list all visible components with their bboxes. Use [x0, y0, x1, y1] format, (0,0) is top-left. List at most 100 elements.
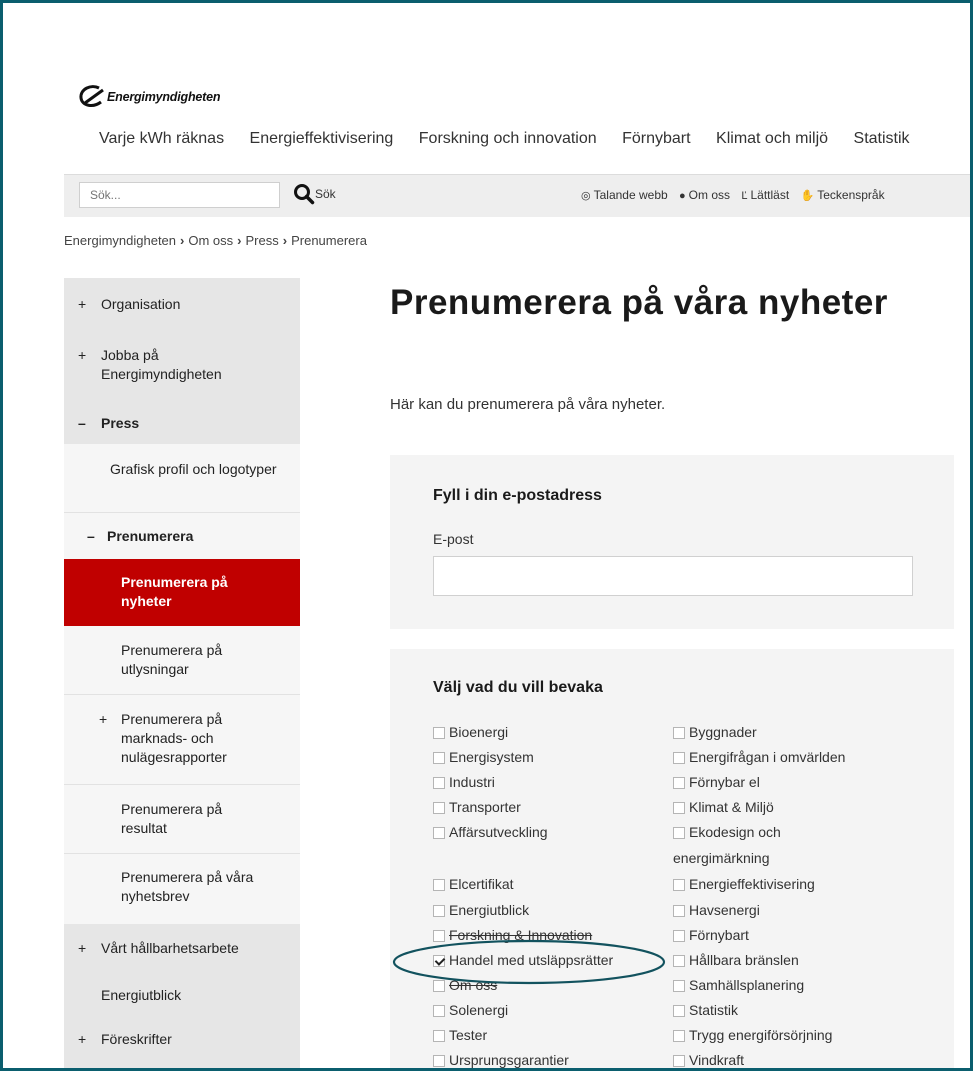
topic-fornybar-el[interactable]: Förnybar el — [673, 774, 760, 790]
nav-item[interactable]: Förnybart — [622, 130, 690, 147]
nav-item[interactable]: Energieffektivisering — [250, 130, 394, 147]
checkbox[interactable] — [433, 905, 445, 917]
topic-klimat-miljo[interactable]: Klimat & Miljö — [673, 799, 774, 815]
topic-byggnader[interactable]: Byggnader — [673, 724, 757, 740]
sidebar-item-press[interactable]: – Press — [64, 404, 300, 444]
breadcrumb-item[interactable]: Press — [246, 233, 279, 248]
checkbox[interactable] — [673, 802, 685, 814]
expand-icon: + — [99, 711, 108, 727]
checkbox[interactable] — [673, 879, 685, 891]
collapse-icon: – — [87, 528, 95, 544]
sidebar-item-label: Organisation — [101, 296, 181, 312]
checkbox[interactable] — [433, 827, 445, 839]
sidebar-item-prenumerera[interactable]: – Prenumerera — [64, 513, 300, 559]
topic-transporter[interactable]: Transporter — [433, 799, 521, 815]
accessibility-toolbar: ◎ Talande webb ● Om oss Ľ Lättläst ✋ Teckens… — [581, 188, 893, 202]
sidebar-item-jobba[interactable]: + Jobba på Energimyndigheten — [64, 331, 300, 404]
topic-industri[interactable]: Industri — [433, 774, 495, 790]
checkbox[interactable] — [673, 955, 685, 967]
checkbox[interactable] — [673, 930, 685, 942]
checkbox[interactable] — [433, 1055, 445, 1067]
breadcrumb-item[interactable]: Om oss — [188, 233, 233, 248]
checkbox[interactable] — [673, 980, 685, 992]
breadcrumb: Energimyndigheten › Om oss › Press › Prenumere… — [64, 233, 367, 248]
sidebar-item-energiutblick[interactable]: Energiutblick — [64, 970, 300, 1016]
sidebar-item-label: Energiutblick — [101, 987, 182, 1003]
expand-icon: + — [78, 347, 87, 363]
checkbox[interactable] — [673, 1055, 685, 1067]
checkbox[interactable] — [433, 727, 445, 739]
breadcrumb-item[interactable]: Prenumerera — [291, 233, 367, 248]
topic-statistik[interactable]: Statistik — [673, 1002, 738, 1018]
ear-icon: ◎ — [581, 190, 591, 202]
sidebar-item-prenumerera-nyheter[interactable]: Prenumerera på nyheter — [64, 559, 300, 626]
breadcrumb-item[interactable]: Energimyndigheten — [64, 233, 176, 248]
nav-item[interactable]: Varje kWh räknas — [99, 130, 224, 147]
sidebar-item-label: Grafisk profil och logotyper — [110, 461, 277, 477]
topic-energisystem[interactable]: Energisystem — [433, 749, 534, 765]
logo[interactable]: Energimyndigheten — [77, 82, 220, 112]
topic-energifragan[interactable]: Energifrågan i omvärlden — [673, 749, 845, 765]
checkbox[interactable] — [673, 905, 685, 917]
om-oss-link[interactable]: ● Om oss — [679, 188, 730, 202]
topic-fornybart[interactable]: Förnybart — [673, 927, 749, 943]
search-input[interactable] — [79, 182, 280, 208]
logo-text: Energimyndigheten — [107, 90, 221, 104]
topic-havsenergi[interactable]: Havsenergi — [673, 902, 760, 918]
email-field[interactable] — [433, 556, 913, 596]
topic-affarsutveckling[interactable]: Affärsutveckling — [433, 824, 548, 840]
nav-item[interactable]: Statistik — [854, 130, 910, 147]
page-title: Prenumerera på våra nyheter — [390, 283, 888, 322]
sidebar-item-organisation[interactable]: + Organisation — [64, 278, 300, 331]
checkbox[interactable] — [673, 752, 685, 764]
topic-samhallsplanering[interactable]: Samhällsplanering — [673, 977, 804, 993]
email-heading: Fyll i din e-postadress — [433, 487, 602, 504]
topic-energiutblick[interactable]: Energiutblick — [433, 902, 529, 918]
topic-ekodesign[interactable]: Ekodesign och — [673, 824, 781, 840]
sidebar-item-prenumerera-utlysningar[interactable]: Prenumerera på utlysningar — [64, 626, 300, 695]
topic-vindkraft[interactable]: Vindkraft — [673, 1052, 744, 1068]
page-frame: Energimyndigheten Varje kWh räknas Energ… — [0, 0, 973, 1071]
topic-tester[interactable]: Tester — [433, 1027, 487, 1043]
topic-ekodesign-cont: energimärkning — [673, 850, 770, 866]
sidebar-item-prenumerera-resultat[interactable]: Prenumerera på resultat — [64, 785, 300, 854]
topic-trygg-energiforsorjning[interactable]: Trygg energiförsörjning — [673, 1027, 832, 1043]
search-button-label: Sök — [315, 187, 336, 201]
checkbox[interactable] — [673, 1005, 685, 1017]
checkbox[interactable] — [433, 879, 445, 891]
sidebar-item-label: Prenumerera på våra nyhetsbrev — [121, 869, 254, 904]
topic-elcertifikat[interactable]: Elcertifikat — [433, 876, 514, 892]
nav-item[interactable]: Forskning och innovation — [419, 130, 597, 147]
checkbox[interactable] — [433, 777, 445, 789]
chevron-right-icon: › — [237, 233, 242, 248]
sidebar-item-prenumerera-nyhetsbrev[interactable]: Prenumerera på våra nyhetsbrev — [64, 854, 300, 924]
topic-bioenergi[interactable]: Bioenergi — [433, 724, 508, 740]
checkbox[interactable] — [673, 727, 685, 739]
nav-item[interactable]: Klimat och miljö — [716, 130, 828, 147]
easy-read-icon: Ľ — [741, 190, 748, 202]
lattlast-link[interactable]: Ľ Lättläst — [741, 188, 789, 202]
talande-webb-link[interactable]: ◎ Talande webb — [581, 188, 668, 202]
checkbox[interactable] — [433, 1030, 445, 1042]
sidebar-item-prenumerera-rapporter[interactable]: + Prenumerera på marknads- och nulägesra… — [64, 695, 300, 785]
checkbox[interactable] — [433, 752, 445, 764]
checkbox[interactable] — [673, 1030, 685, 1042]
sidebar-item-hallbarhet[interactable]: + Vårt hållbarhetsarbete — [64, 924, 300, 970]
topic-ursprungsgarantier[interactable]: Ursprungsgarantier — [433, 1052, 569, 1068]
checkbox[interactable] — [433, 1005, 445, 1017]
sidebar-item-foreskrifter[interactable]: + Föreskrifter — [64, 1016, 300, 1068]
sidebar-item-label: Prenumerera på resultat — [121, 801, 223, 836]
teckensprak-link[interactable]: ✋ Teckenspråk — [801, 188, 885, 202]
sidebar-item-label: Prenumerera på utlysningar — [121, 642, 223, 677]
search-bar: Sök ◎Talande webb ●Om oss ĽLättläst ✋Tec… — [64, 174, 970, 217]
checkbox[interactable] — [673, 777, 685, 789]
topic-hallbara-branslen[interactable]: Hållbara bränslen — [673, 952, 799, 968]
topic-solenergi[interactable]: Solenergi — [433, 1002, 508, 1018]
topic-energieffektivisering[interactable]: Energieffektivisering — [673, 876, 815, 892]
search-button[interactable]: Sök — [293, 183, 336, 205]
sidebar-item-label: Vårt hållbarhetsarbete — [101, 940, 239, 956]
sidebar-item-grafisk-profil[interactable]: Grafisk profil och logotyper — [64, 444, 300, 513]
checkbox[interactable] — [433, 802, 445, 814]
topics-heading: Välj vad du vill bevaka — [433, 679, 603, 696]
checkbox[interactable] — [673, 827, 685, 839]
